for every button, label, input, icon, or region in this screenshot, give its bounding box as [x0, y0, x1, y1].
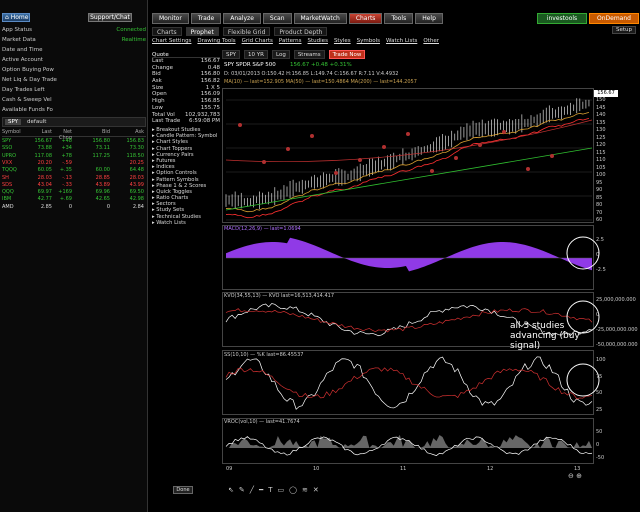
fib-icon[interactable]: ≋: [302, 486, 308, 494]
axis-label: -50: [596, 455, 605, 461]
pattern-marker: [478, 143, 482, 147]
pattern-marker: [502, 130, 506, 134]
text-icon[interactable]: T: [268, 486, 272, 494]
annotation-text: all 3 studies advancing (buy signal): [510, 321, 580, 351]
trash-icon[interactable]: ✕: [313, 486, 319, 494]
pattern-marker: [526, 167, 530, 171]
axis-label: 140: [596, 112, 606, 118]
moving-average-line: [225, 111, 590, 213]
axis-label: 110: [596, 157, 606, 163]
axis-label: 115: [596, 149, 606, 156]
axis-label: 125: [596, 134, 606, 141]
axis-label: 95: [596, 179, 603, 186]
macd-histogram: [226, 237, 592, 272]
oscillator-line: [225, 356, 593, 410]
annotation-circle: [566, 363, 600, 397]
axis-label: 50: [596, 429, 603, 435]
axis-label: 75: [596, 373, 603, 380]
axis-label: 120: [596, 142, 606, 148]
axis-label: 100: [596, 172, 606, 178]
x-axis-label: 10: [313, 466, 320, 472]
x-axis-label: 09: [226, 466, 233, 472]
chart-drawing: [225, 98, 600, 456]
x-axis-label: 11: [400, 466, 407, 472]
axis-label: 0: [596, 442, 600, 448]
pencil-icon[interactable]: ✎: [239, 486, 245, 494]
x-axis-label: 12: [487, 466, 494, 472]
axis-label: 0: [596, 312, 600, 318]
axis-label: 85: [596, 194, 603, 201]
axis-label: 60: [596, 217, 603, 223]
axis-label: 25,000,000.000: [596, 297, 636, 303]
axis-label: 80: [596, 202, 603, 208]
axis-label: 135: [596, 119, 606, 126]
pattern-marker: [286, 147, 290, 151]
axis-label: 25: [596, 407, 603, 413]
cursor-icon[interactable]: ⇖: [228, 486, 234, 494]
rect-icon[interactable]: ▭: [277, 486, 284, 494]
axis-label: 70: [596, 209, 603, 216]
pattern-marker: [358, 158, 362, 162]
axis-label: -25,000,000.000: [596, 327, 638, 333]
pattern-marker: [310, 134, 314, 138]
line-icon[interactable]: ╱: [250, 486, 254, 494]
hline-icon[interactable]: ━: [259, 486, 263, 494]
pattern-marker: [430, 169, 434, 173]
pattern-marker: [454, 156, 458, 160]
axis-label: 145: [596, 104, 606, 111]
pattern-marker: [262, 160, 266, 164]
axis-label: 2.5: [596, 237, 604, 243]
axis-label: 90: [596, 187, 603, 193]
pattern-marker: [382, 145, 386, 149]
axis-label: 50: [596, 390, 603, 397]
pattern-marker: [406, 132, 410, 136]
axis-label: -2.5: [596, 267, 606, 273]
axis-label: 100: [596, 357, 606, 363]
pattern-marker: [238, 123, 242, 127]
vroc-area: [226, 434, 592, 448]
zoom-icons[interactable]: ⊖ ⊕: [568, 472, 582, 480]
pattern-marker: [550, 154, 554, 158]
pattern-marker: [334, 171, 338, 175]
axis-label: 105: [596, 164, 606, 171]
axis-label: 130: [596, 127, 606, 133]
last-price-tag: 156.67: [594, 90, 618, 97]
axis-label: -50,000,000.000: [596, 342, 638, 348]
ellipse-icon[interactable]: ◯: [289, 486, 297, 494]
drawing-tools-bar: ⇖ ✎ ╱ ━ T ▭ ◯ ≋ ✕: [228, 484, 408, 496]
axis-label: 0: [596, 252, 600, 258]
axis-label: 150: [596, 97, 606, 103]
